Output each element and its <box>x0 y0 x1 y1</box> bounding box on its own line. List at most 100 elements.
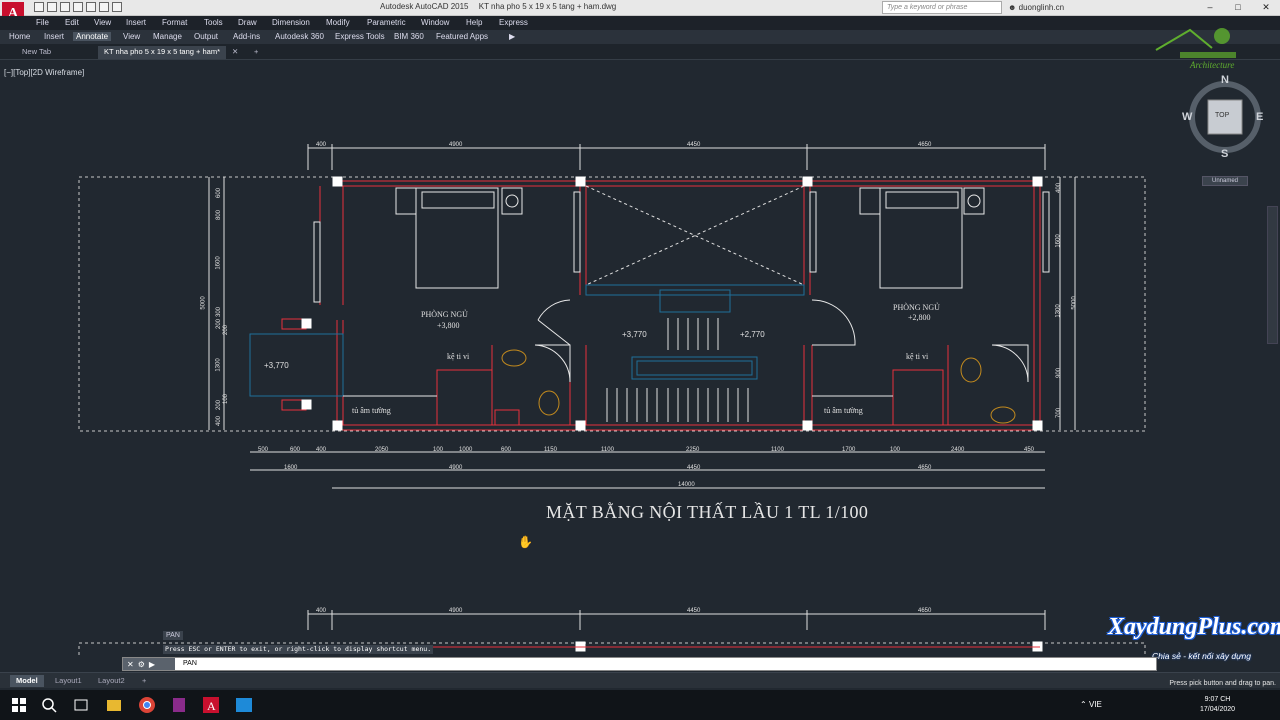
close-command-icon[interactable]: ✕ <box>127 660 134 669</box>
redo-icon[interactable] <box>112 2 122 12</box>
dim-left-5000: 5000 <box>200 296 207 310</box>
file-tab-new[interactable]: New Tab <box>16 46 57 59</box>
open-file-icon[interactable] <box>47 2 57 12</box>
dim-left-200: 200 <box>216 318 223 330</box>
dim-right-1300: 1300 <box>1055 304 1062 318</box>
drawing-canvas[interactable] <box>0 60 1280 656</box>
tab-output[interactable]: Output <box>191 32 221 41</box>
menu-format[interactable]: Format <box>162 18 187 27</box>
dim-bottom2-4900: 4900 <box>449 465 463 471</box>
language-indicator[interactable]: VIE <box>1089 700 1102 709</box>
chrome-icon[interactable] <box>138 696 156 714</box>
user-name: duonglinh.cn <box>1018 3 1065 12</box>
dim-bottom2-4450: 4450 <box>687 465 701 471</box>
dim-left-100: 100 <box>223 393 230 405</box>
menu-draw[interactable]: Draw <box>238 18 257 27</box>
maximize-icon[interactable]: □ <box>1224 0 1252 15</box>
dim-bottom-1100b: 1100 <box>771 447 784 453</box>
menu-express[interactable]: Express <box>499 18 528 27</box>
viewcube-east[interactable]: E <box>1256 111 1263 123</box>
dim-right-400: 400 <box>1056 182 1063 194</box>
menu-window[interactable]: Window <box>421 18 449 27</box>
command-line[interactable]: ✕ ⚙ ▶ PAN <box>122 657 1157 671</box>
viewcube-west[interactable]: W <box>1182 111 1192 123</box>
search-icon[interactable] <box>40 696 58 714</box>
dim-bottom-1700: 1700 <box>842 447 856 453</box>
viewcube-top-face[interactable]: TOP <box>1215 112 1229 119</box>
dim-top-4650: 4650 <box>918 142 932 148</box>
close-icon[interactable]: ✕ <box>1252 0 1280 15</box>
tab-layout1[interactable]: Layout1 <box>49 675 88 687</box>
menu-tools[interactable]: Tools <box>204 18 223 27</box>
new-file-tab-icon[interactable]: + <box>248 46 264 59</box>
new-file-icon[interactable] <box>34 2 44 12</box>
dim-bottom-400: 400 <box>316 447 327 453</box>
dim-bottom-1150: 1150 <box>544 447 557 453</box>
customize-icon[interactable]: ⚙ <box>138 660 145 669</box>
autocad-taskbar-icon[interactable]: A <box>202 696 220 714</box>
dim-bottom2-1600: 1600 <box>284 465 298 471</box>
ribbon-toggle-icon[interactable]: ▶ <box>506 32 518 41</box>
system-tray[interactable]: ⌃ VIE <box>1080 700 1102 709</box>
tab-featured-apps[interactable]: Featured Apps <box>433 32 491 41</box>
winrar-icon[interactable] <box>170 696 188 714</box>
dim-lower-400: 400 <box>316 608 327 614</box>
tab-view[interactable]: View <box>120 32 143 41</box>
architecture-logo-icon <box>1150 22 1248 80</box>
add-layout-icon[interactable]: + <box>136 675 152 687</box>
file-tab-close-icon[interactable]: ✕ <box>226 46 244 59</box>
menu-dimension[interactable]: Dimension <box>272 18 310 27</box>
photos-icon[interactable] <box>235 696 253 714</box>
dim-right-700: 700 <box>1056 407 1063 419</box>
dim-left-600: 600 <box>216 187 223 199</box>
task-view-icon[interactable] <box>72 696 90 714</box>
menu-edit[interactable]: Edit <box>65 18 79 27</box>
menu-file[interactable]: File <box>36 18 49 27</box>
command-input[interactable]: PAN <box>183 660 197 667</box>
save-as-icon[interactable] <box>73 2 83 12</box>
menu-help[interactable]: Help <box>466 18 482 27</box>
watermark-architecture: Architecture <box>1190 60 1235 70</box>
menu-parametric[interactable]: Parametric <box>367 18 406 27</box>
tv-shelf-right: kệ ti vi <box>906 352 929 361</box>
tab-layout2[interactable]: Layout2 <box>92 675 131 687</box>
navigation-bar[interactable] <box>1267 206 1278 344</box>
menu-insert[interactable]: Insert <box>126 18 146 27</box>
status-message: Press pick button and drag to pan. <box>1169 680 1276 687</box>
dim-bottom-2250: 2250 <box>686 447 700 453</box>
tab-manage[interactable]: Manage <box>150 32 185 41</box>
dim-top-4900: 4900 <box>449 142 463 148</box>
viewcube[interactable]: N S E W TOP <box>1182 74 1264 160</box>
room-bedroom-right: PHÒNG NGỦ <box>893 303 940 312</box>
tab-insert[interactable]: Insert <box>41 32 67 41</box>
dim-bottom-2400: 2400 <box>951 447 965 453</box>
menu-view[interactable]: View <box>94 18 111 27</box>
ucs-menu[interactable]: Unnamed <box>1202 176 1248 186</box>
windows-start-icon[interactable] <box>10 696 28 714</box>
tab-model[interactable]: Model <box>10 675 44 687</box>
save-icon[interactable] <box>60 2 70 12</box>
viewcube-south[interactable]: S <box>1221 148 1228 160</box>
tab-autodesk-360[interactable]: Autodesk 360 <box>272 32 327 41</box>
tab-express-tools[interactable]: Express Tools <box>332 32 388 41</box>
clock[interactable]: 9:07 CH 17/04/2020 <box>1200 695 1235 715</box>
menu-modify[interactable]: Modify <box>326 18 350 27</box>
window-title: Autodesk AutoCAD 2015 KT nha pho 5 x 19 … <box>380 2 624 11</box>
dim-lower-4900: 4900 <box>449 608 463 614</box>
dim-bottom-1100: 1100 <box>601 447 614 453</box>
file-explorer-icon[interactable] <box>105 696 123 714</box>
plot-icon[interactable] <box>86 2 96 12</box>
undo-icon[interactable] <box>99 2 109 12</box>
tab-home[interactable]: Home <box>6 32 33 41</box>
search-input[interactable]: Type a keyword or phrase <box>882 1 1002 14</box>
menu-bar: File Edit View Insert Format Tools Draw … <box>0 16 1280 30</box>
level-stair-left: +3,770 <box>622 330 647 339</box>
file-tab-current[interactable]: KT nha pho 5 x 19 x 5 tang + ham* <box>98 46 226 59</box>
tab-bim-360[interactable]: BIM 360 <box>391 32 427 41</box>
tab-add-ins[interactable]: Add-ins <box>230 32 263 41</box>
tab-annotate[interactable]: Annotate <box>73 32 112 41</box>
watermark-brand: XaydungPlus.com <box>1108 614 1280 640</box>
user-account[interactable]: ☻ duonglinh.cn <box>1008 3 1064 12</box>
plan-title: MẶT BẰNG NỘI THẤT LẦU 1 TL 1/100 <box>546 502 869 522</box>
minimize-icon[interactable]: – <box>1196 0 1224 15</box>
